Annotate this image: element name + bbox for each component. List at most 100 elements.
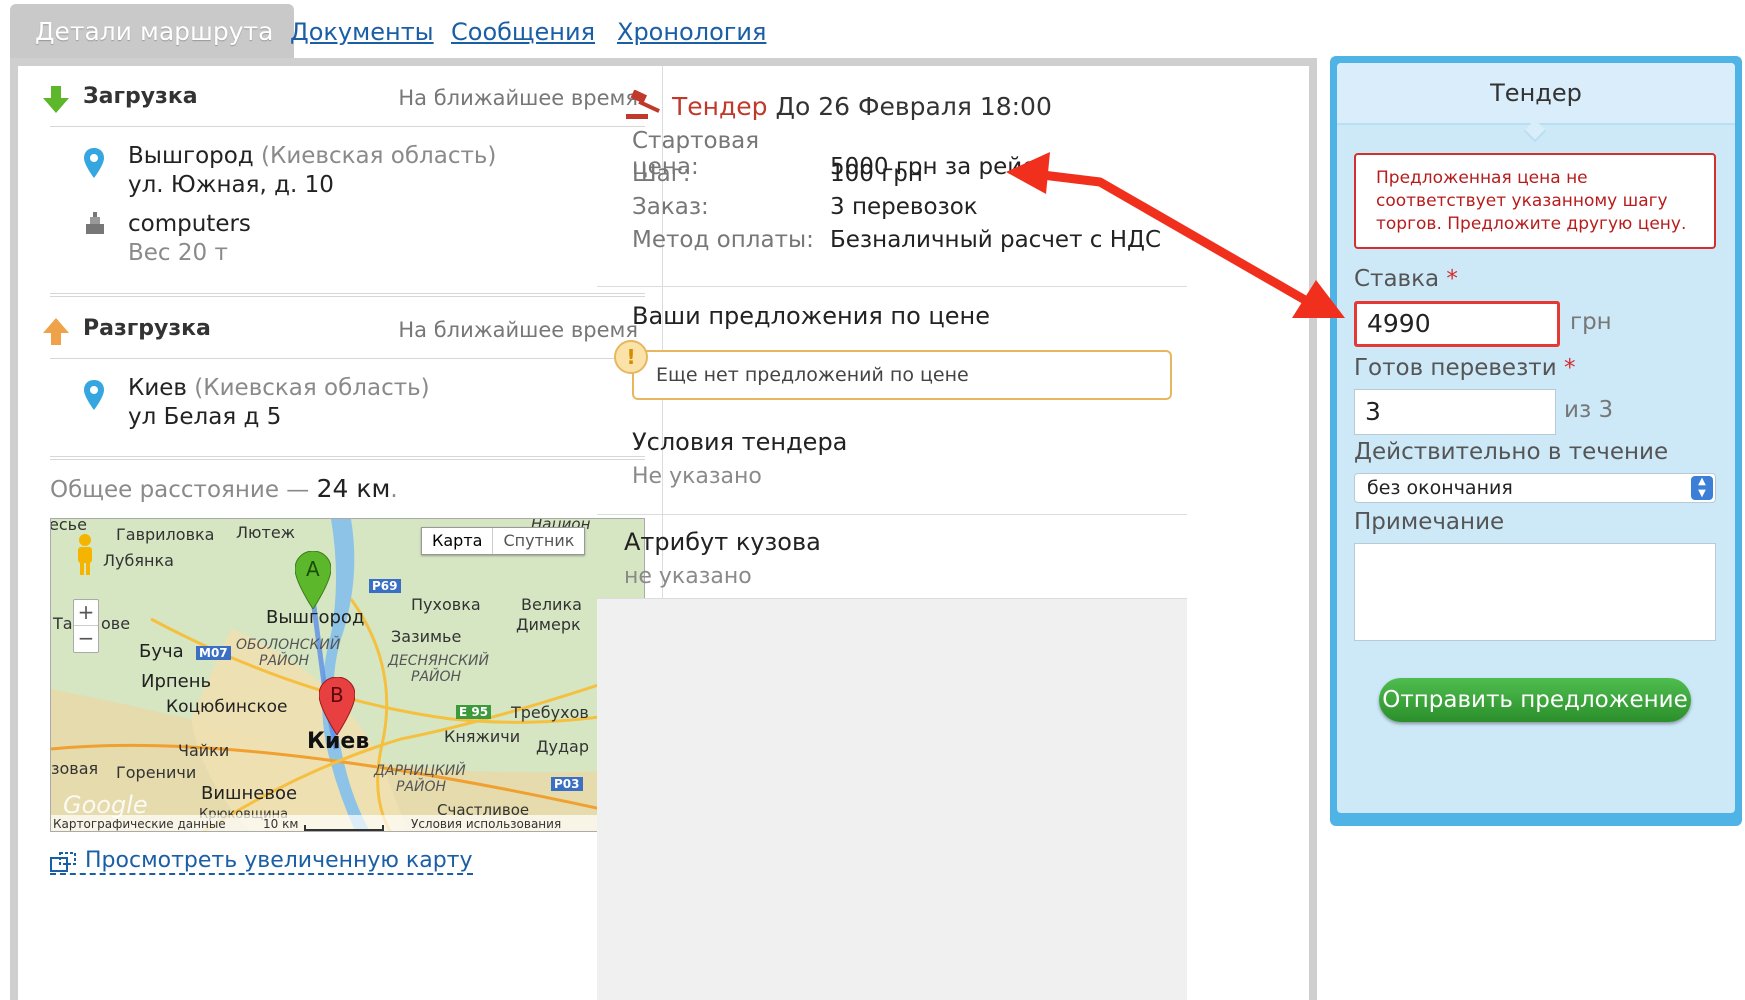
bid-label-text: Ставка: [1354, 266, 1440, 292]
cargo-info: computers Вес 20 т: [128, 210, 251, 268]
tender-row: Заказ: 3 перевозок: [632, 194, 978, 220]
map-type-satellite-button[interactable]: Спутник: [493, 528, 584, 554]
location-pin-icon: [84, 380, 104, 410]
marker-a-label: A: [306, 557, 320, 581]
tender-heading: Тендер До 26 Февраля 18:00: [626, 90, 1052, 121]
street-view-pegman-icon[interactable]: [73, 533, 97, 577]
tender-row-value: 3 перевозок: [830, 194, 978, 220]
divider: [597, 514, 1187, 515]
road-sign: E 95: [456, 705, 492, 719]
map-label: Дудар: [536, 737, 589, 756]
note-label: Примечание: [1354, 509, 1505, 535]
bid-input[interactable]: 4990: [1354, 301, 1560, 347]
tender-row-key: Шаг:: [632, 161, 691, 187]
quantity-total: из 3: [1564, 397, 1614, 423]
arrow-up-icon: [43, 318, 69, 345]
loading-address: ул. Южная, д. 10: [128, 172, 334, 198]
unloading-region: (Киевская область): [194, 375, 430, 401]
tab-route-details[interactable]: Детали маршрута: [10, 4, 294, 60]
map-label: Гореничи: [116, 763, 197, 782]
required-mark: *: [1446, 266, 1458, 292]
map-label: Коцюбинское: [166, 697, 288, 717]
tender-deadline: До 26 Февраля 18:00: [775, 92, 1052, 121]
quantity-label: Готов перевезти *: [1354, 355, 1575, 381]
map-label: Лютеж: [236, 523, 296, 542]
map-label: Чайки: [178, 741, 230, 760]
road-sign: M07: [196, 646, 231, 660]
conditions-value: Не указано: [632, 464, 762, 489]
tender-bid-panel: Тендер Предложенная цена не соответствуе…: [1330, 56, 1742, 826]
map-label: Та: [53, 614, 73, 633]
cargo-icon: [86, 212, 104, 234]
map-label: ове: [101, 614, 131, 633]
route-details-frame: Загрузка На ближайшее время Вышгород (Ки…: [10, 58, 1317, 1000]
route-column: Загрузка На ближайшее время Вышгород (Ки…: [18, 66, 663, 1000]
map-scale-bar: [304, 825, 384, 831]
map-attribution: Картографические данные: [53, 817, 226, 831]
map-label: зовая: [51, 759, 99, 778]
tender-bid-panel-body: Тендер Предложенная цена не соответствуе…: [1337, 63, 1735, 813]
map-type-control: Карта Спутник: [421, 527, 586, 555]
no-offers-notice: Еще нет предложений по цене: [632, 350, 1172, 400]
map-label: РАЙОН: [411, 669, 462, 685]
panel-title: Тендер: [1337, 63, 1735, 125]
submit-offer-button[interactable]: Отправить предложение: [1379, 678, 1691, 722]
loading-place: Вышгород (Киевская область) ул. Южная, д…: [128, 142, 496, 200]
note-textarea[interactable]: [1354, 543, 1716, 641]
tender-row-key: Заказ:: [632, 194, 709, 220]
enlarge-map-link[interactable]: Просмотреть увеличенную карту: [50, 848, 473, 875]
tender-info-column: Тендер До 26 Февраля 18:00 Стартовая цен…: [597, 66, 1187, 1000]
route-details-content: Загрузка На ближайшее время Вышгород (Ки…: [18, 66, 1309, 1000]
tender-row: Шаг: 100 грн: [632, 161, 923, 187]
route-map[interactable]: есье Гавриловка Лютеж Лубянка Национ Выш…: [50, 518, 645, 832]
marker-b-label: B: [330, 683, 344, 707]
tab-documents[interactable]: Документы: [290, 4, 434, 60]
map-label: Княжичи: [444, 727, 521, 746]
location-pin-icon: [84, 148, 104, 178]
valid-label: Действительно в течение: [1354, 439, 1669, 465]
map-label: Зазимье: [391, 627, 462, 646]
map-label: Гавриловка: [116, 525, 215, 544]
distance-value: 24 км: [316, 474, 391, 503]
divider: [50, 456, 645, 460]
map-label: Буча: [139, 641, 184, 662]
map-terms-link[interactable]: Условия использования: [411, 815, 561, 831]
map-type-map-button[interactable]: Карта: [422, 528, 494, 554]
tab-bar: Детали маршрута Документы Сообщения Хрон…: [10, 4, 1320, 60]
bid-unit: грн: [1570, 309, 1612, 335]
divider: [50, 358, 645, 359]
tab-messages[interactable]: Сообщения: [451, 4, 595, 60]
loading-city: Вышгород: [128, 143, 254, 169]
body-attribute-title: Атрибут кузова: [624, 528, 821, 556]
bid-error-message: Предложенная цена не соответствует указа…: [1354, 153, 1716, 249]
map-label: РАЙОН: [396, 779, 447, 795]
quantity-label-text: Готов перевезти: [1354, 355, 1557, 381]
quantity-input[interactable]: 3: [1354, 389, 1556, 435]
map-label: Велика: [521, 595, 582, 614]
cargo-weight: Вес 20 т: [128, 240, 228, 266]
unloading-place: Киев (Киевская область) ул Белая д 5: [128, 374, 430, 432]
map-label: ОБОЛОНСКИЙ: [236, 637, 341, 653]
unloading-city: Киев: [128, 375, 187, 401]
map-label: Ирпень: [141, 671, 212, 692]
map-label: Требухов: [511, 703, 589, 722]
conditions-title: Условия тендера: [632, 428, 848, 456]
zoom-in-button[interactable]: +: [74, 600, 98, 626]
map-label: есье: [50, 518, 87, 534]
zoom-out-button[interactable]: −: [74, 626, 98, 652]
road-sign: P69: [369, 579, 401, 593]
map-label: ДЕСНЯНСКИЙ: [388, 653, 490, 669]
select-arrows-icon: ▲ ▼: [1691, 476, 1713, 500]
loading-header: Загрузка На ближайшее время: [43, 80, 638, 120]
divider: [597, 286, 1187, 287]
unloading-address: ул Белая д 5: [128, 404, 282, 430]
map-scale: 10 км: [263, 817, 299, 831]
validity-select[interactable]: без окончания ▲ ▼: [1354, 473, 1716, 503]
gavel-icon: [626, 90, 660, 119]
distance-suffix: .: [390, 477, 398, 503]
tender-row: Метод оплаты: Безналичный расчет с НДС: [632, 227, 1161, 253]
tab-history[interactable]: Хронология: [617, 4, 766, 60]
arrow-down-icon: [43, 86, 69, 113]
cargo-name: computers: [128, 211, 251, 237]
enlarge-map-label: Просмотреть увеличенную карту: [85, 848, 473, 873]
